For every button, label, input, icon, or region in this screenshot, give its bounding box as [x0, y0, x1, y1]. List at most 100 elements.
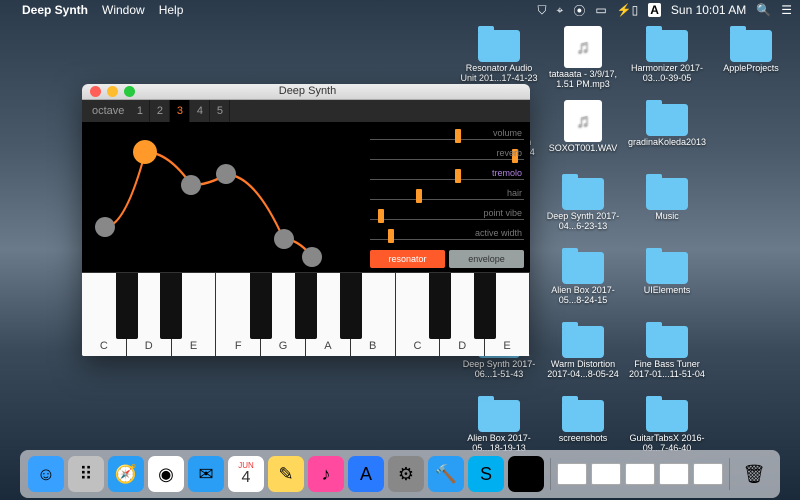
black-key[interactable]: [160, 273, 182, 339]
folder-icon: [646, 104, 688, 136]
parameter-panel: volume reverb tremolo hair point vibe active …: [370, 122, 530, 272]
audio-file-icon: ♫: [564, 26, 602, 68]
deep-synth-window: Deep Synth octave 12345 volume reverb trem…: [82, 84, 530, 356]
octave-button-2[interactable]: 2: [150, 100, 170, 122]
desktop-item-label: Warm Distortion 2017-04...8-05-24: [543, 360, 623, 380]
folder-icon: [478, 400, 520, 432]
envelope-node[interactable]: [274, 229, 294, 249]
dock-minimized-window[interactable]: [659, 463, 689, 485]
dock-app-notes[interactable]: ✎: [268, 456, 304, 492]
desktop-item[interactable]: ♫ SOXOT001.WAV: [543, 98, 623, 168]
menu-help[interactable]: Help: [159, 3, 184, 17]
black-key[interactable]: [429, 273, 451, 339]
titlebar[interactable]: Deep Synth: [82, 84, 530, 100]
dock-app-safari[interactable]: 🧭: [108, 456, 144, 492]
folder-icon: [562, 252, 604, 284]
slider-reverb[interactable]: reverb: [370, 146, 524, 160]
desktop-item-label: Resonator Audio Unit 201...17-41-23: [459, 64, 539, 84]
octave-button-4[interactable]: 4: [190, 100, 210, 122]
audio-file-icon: ♫: [564, 100, 602, 142]
envelope-node[interactable]: [181, 175, 201, 195]
black-key[interactable]: [250, 273, 272, 339]
slider-thumb[interactable]: [416, 189, 422, 203]
dock-app-finder[interactable]: ☺: [28, 456, 64, 492]
desktop-item-label: Deep Synth 2017-04...6-23-13: [543, 212, 623, 232]
window-title: Deep Synth: [279, 85, 336, 97]
desktop-item[interactable]: Alien Box 2017-05...8-24-15: [543, 246, 623, 316]
wifi-icon[interactable]: ⦿: [573, 2, 585, 19]
black-key[interactable]: [474, 273, 496, 339]
desktop-item[interactable]: Harmonizer 2017-03...0-39-05: [627, 24, 707, 94]
desktop-item-label: Alien Box 2017-05...8-24-15: [543, 286, 623, 306]
slider-thumb[interactable]: [455, 169, 461, 183]
octave-label: octave: [82, 105, 130, 117]
black-key[interactable]: [340, 273, 362, 339]
slider-point-vibe[interactable]: point vibe: [370, 206, 524, 220]
desktop-item-label: gradinaKoleda2013: [628, 138, 706, 148]
octave-button-3[interactable]: 3: [170, 100, 190, 122]
shield-icon[interactable]: ⛉: [538, 3, 547, 18]
slider-thumb[interactable]: [455, 129, 461, 143]
resonator-button[interactable]: resonator: [370, 250, 445, 268]
desktop-item[interactable]: Deep Synth 2017-04...6-23-13: [543, 172, 623, 242]
dock-app-appstore[interactable]: A: [348, 456, 384, 492]
zoom-button[interactable]: [124, 86, 135, 97]
clock[interactable]: Sun 10:01 AM: [671, 3, 746, 17]
dock-app-launchpad[interactable]: ⠿: [68, 456, 104, 492]
dock-trash[interactable]: 🗑: [736, 456, 772, 492]
envelope-node[interactable]: [216, 164, 236, 184]
slider-tremolo[interactable]: tremolo: [370, 166, 524, 180]
dock-app-chrome[interactable]: ◉: [148, 456, 184, 492]
octave-button-1[interactable]: 1: [130, 100, 150, 122]
dock-app-mail[interactable]: ✉: [188, 456, 224, 492]
desktop-item[interactable]: UIElements: [627, 246, 707, 316]
location-icon[interactable]: ⌖: [557, 3, 564, 18]
desktop-item-label: screenshots: [559, 434, 608, 444]
envelope-curve[interactable]: [82, 122, 370, 272]
dock-app-itunes[interactable]: ♪: [308, 456, 344, 492]
dock-minimized-window[interactable]: [557, 463, 587, 485]
slider-label: tremolo: [492, 168, 522, 178]
slider-label: volume: [493, 128, 522, 138]
display-icon[interactable]: ▭: [595, 3, 606, 17]
piano-keyboard[interactable]: CDEFGABCDE: [82, 272, 530, 356]
slider-label: point vibe: [483, 208, 522, 218]
envelope-node[interactable]: [302, 247, 322, 267]
envelope-button[interactable]: envelope: [449, 250, 524, 268]
envelope-node[interactable]: [95, 217, 115, 237]
desktop-item[interactable]: gradinaKoleda2013: [627, 98, 707, 168]
slider-volume[interactable]: volume: [370, 126, 524, 140]
menu-window[interactable]: Window: [102, 3, 145, 17]
desktop-item-label: SOXOT001.WAV: [549, 144, 618, 154]
dock-minimized-window[interactable]: [591, 463, 621, 485]
desktop-item-label: Harmonizer 2017-03...0-39-05: [627, 64, 707, 84]
close-button[interactable]: [90, 86, 101, 97]
desktop-item[interactable]: AppleProjects: [711, 24, 791, 94]
app-menu[interactable]: Deep Synth: [22, 3, 88, 17]
dock-app-spiral[interactable]: ◎: [508, 456, 544, 492]
folder-icon: [646, 400, 688, 432]
desktop-item[interactable]: Fine Bass Tuner 2017-01...11-51-04: [627, 320, 707, 390]
desktop-item[interactable]: Warm Distortion 2017-04...8-05-24: [543, 320, 623, 390]
dock-minimized-window[interactable]: [693, 463, 723, 485]
search-icon[interactable]: 🔍: [756, 3, 771, 17]
minimize-button[interactable]: [107, 86, 118, 97]
desktop-item[interactable]: Music: [627, 172, 707, 242]
input-a-icon[interactable]: A: [648, 3, 661, 17]
list-icon[interactable]: ☰: [781, 3, 792, 17]
battery-charging-icon[interactable]: ⚡▯: [617, 3, 639, 17]
black-key[interactable]: [295, 273, 317, 339]
dock-app-settings[interactable]: ⚙: [388, 456, 424, 492]
slider-hair[interactable]: hair: [370, 186, 524, 200]
slider-thumb[interactable]: [378, 209, 384, 223]
dock-app-xcode[interactable]: 🔨: [428, 456, 464, 492]
slider-thumb[interactable]: [388, 229, 394, 243]
slider-active-width[interactable]: active width: [370, 226, 524, 240]
dock-app-skype[interactable]: S: [468, 456, 504, 492]
dock-app-calendar[interactable]: JUN4: [228, 456, 264, 492]
black-key[interactable]: [116, 273, 138, 339]
octave-button-5[interactable]: 5: [210, 100, 230, 122]
dock-minimized-window[interactable]: [625, 463, 655, 485]
desktop-item[interactable]: ♫tataaata - 3/9/17, 1.51 PM.mp3: [543, 24, 623, 94]
envelope-node[interactable]: [133, 140, 157, 164]
